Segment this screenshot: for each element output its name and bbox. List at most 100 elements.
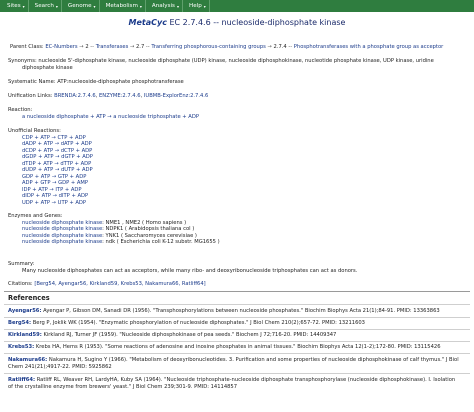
enzyme-genes: : NME1 , NME2 ( Homo sapiens )	[102, 219, 187, 226]
menu-help[interactable]: Help ▾	[186, 0, 210, 12]
divider	[4, 317, 470, 318]
parent-class-link-transferases[interactable]: Transferases	[96, 44, 129, 50]
reference-text: Berg P, Joklik WK (1954). "Enzymatic pho…	[32, 320, 365, 326]
reference-key[interactable]: Krebs53:	[8, 344, 34, 350]
citations-links[interactable]: [Berg54, Ayengar56, Kirkland59, Krebs53,…	[34, 281, 205, 287]
reference-key[interactable]: Berg54:	[8, 320, 31, 326]
enzyme-genes: : NDPK1 ( Arabidopsis thaliana col )	[102, 226, 195, 232]
enzymes-section: Enzymes and Genes: nucleoside diphosphat…	[8, 213, 468, 246]
menu-analysis[interactable]: Analysis ▾	[149, 0, 183, 12]
page-title-text: EC 2.7.4.6 -- nucleoside-diphosphate kin…	[169, 18, 346, 27]
chevron-down-icon: ▾	[93, 3, 96, 9]
reference-key[interactable]: Nakamura66:	[8, 357, 47, 363]
parent-class-link-ec-numbers[interactable]: EC-Numbers	[45, 44, 77, 50]
reaction-section: Reaction: a nucleoside diphosphate + ATP…	[8, 107, 468, 120]
arrow-icon: →	[267, 44, 272, 50]
reference-text: Ayengar P, Gibson DM, Sanadi DR (1956). …	[43, 308, 440, 314]
reference-text: Krebs HA, Hems R (1953). "Some reactions…	[35, 344, 441, 350]
reference-text-line2: Chem 241(21);4917-22. PMID: 5925862	[8, 363, 112, 370]
unofficial-reaction[interactable]: dUDP + ATP → dUTP + ADP	[22, 167, 93, 173]
unofficial-reaction[interactable]: dADP + ATP → dATP + ADP	[22, 141, 92, 147]
summary-section: Summary: Many nucleoside diphosphates ca…	[8, 261, 468, 274]
references-heading: References	[8, 294, 50, 302]
menu-search-label: Search	[34, 2, 54, 9]
divider	[4, 373, 470, 374]
citations-label: Citations:	[8, 281, 33, 287]
reference-item: Nakamura66: Nakamura H, Sugino Y (1966).…	[8, 357, 470, 370]
synonyms-line1: nucleoside 5'-diphosphate kinase, nucleo…	[38, 58, 434, 64]
divider	[4, 291, 470, 292]
menu-genome[interactable]: Genome ▾	[65, 0, 100, 12]
enzyme-genes: : YNK1 ( Saccharomyces cerevisiae )	[102, 232, 197, 239]
synonyms-line2: diphosphate kinase	[22, 64, 73, 71]
enzyme-link[interactable]: nucleoside diphosphate kinase	[22, 233, 102, 239]
enzyme-link[interactable]: nucleoside diphosphate kinase	[22, 220, 102, 226]
separator: --	[288, 44, 293, 50]
reference-text-line2: of the crystalline enzyme from brewers' …	[8, 383, 238, 390]
page-title: MetaCyc EC 2.7.4.6 -- nucleoside-diphosp…	[0, 18, 474, 28]
reference-text-line1: Ratliff RL, Weaver RH, LardyHA, Kuby SA …	[36, 377, 456, 383]
unofficial-reaction[interactable]: dIDP + ATP → dITP + ADP	[22, 193, 88, 199]
menu-search[interactable]: Search ▾	[32, 0, 62, 12]
menu-metabolism[interactable]: Metabolism ▾	[103, 0, 146, 12]
enzyme-genes: : ndk ( Escherichia coli K-12 substr. MG…	[102, 239, 220, 245]
chevron-down-icon: ▾	[22, 3, 25, 9]
divider	[4, 329, 470, 330]
unofficial-reaction[interactable]: CDP + ATP → CTP + ADP	[22, 135, 86, 141]
separator: --	[145, 44, 150, 50]
reference-item: Ayengar56: Ayengar P, Gibson DM, Sanadi …	[8, 308, 470, 315]
synonyms-label: Synonyms:	[8, 58, 37, 64]
reaction-link[interactable]: a nucleoside diphosphate + ATP → a nucle…	[22, 114, 199, 120]
parent-class-row: Parent Class: EC-Numbers → 2 -- Transfer…	[10, 44, 470, 51]
reference-text: Kirkland RJ, Turner JF (1959). "Nucleosi…	[43, 332, 337, 338]
divider	[4, 304, 470, 305]
unofficial-reactions-section: Unofficial Reactions: CDP + ATP → CTP + …	[8, 128, 468, 206]
arrow-icon: →	[129, 44, 135, 50]
top-menubar: Sites ▾ Search ▾ Genome ▾ Metabolism ▾ Analy…	[0, 0, 474, 12]
synonyms-section: Synonyms: nucleoside 5'-diphosphate kina…	[8, 58, 468, 71]
systematic-name-label: Systematic Name:	[8, 79, 56, 85]
unification-links-row: Unification Links: BRENDA:2.7.4.6, ENZYM…	[8, 93, 209, 99]
arrow-icon: →	[79, 44, 84, 50]
link-iubmb[interactable]: IUBMB-ExplorEnz:2.7.4.6	[144, 93, 208, 99]
citations-row: Citations: [Berg54, Ayengar56, Kirkland5…	[8, 281, 468, 288]
parent-class-link-transferring[interactable]: Transferring phosphorous-containing grou…	[151, 44, 266, 50]
menu-sites[interactable]: Sites ▾	[4, 0, 29, 12]
chevron-down-icon: ▾	[139, 3, 142, 9]
reference-item: Berg54: Berg P, Joklik WK (1954). "Enzym…	[8, 320, 470, 327]
unification-links-label: Unification Links:	[8, 93, 53, 99]
separator: --	[90, 44, 95, 50]
reference-key[interactable]: Ratliff64:	[8, 377, 35, 383]
reference-item: Krebs53: Krebs HA, Hems R (1953). "Some …	[8, 344, 470, 351]
systematic-name-value: ATP:nucleoside-diphosphate phosphotransf…	[57, 79, 184, 85]
unofficial-reaction[interactable]: GDP + ATP → GTP + ADP	[22, 174, 86, 180]
unofficial-reaction[interactable]: dGDP + ATP → dGTP + ADP	[22, 154, 93, 160]
link-enzyme[interactable]: ENZYME:2.7.4.6	[99, 93, 141, 99]
unofficial-reaction[interactable]: dCDP + ATP → dCTP + ADP	[22, 148, 92, 154]
parent-class-ec-2-7-4: 2.7.4	[273, 44, 287, 50]
divider	[4, 341, 470, 342]
chevron-down-icon: ▾	[203, 3, 206, 9]
parent-class-ec-2-7: 2.7	[136, 44, 145, 50]
reference-key[interactable]: Ayengar56:	[8, 308, 42, 314]
unofficial-reaction[interactable]: ADP + GTP → GDP + AMP	[22, 180, 88, 186]
parent-class-label: Parent Class:	[10, 44, 44, 50]
menu-analysis-label: Analysis	[151, 2, 175, 9]
reference-text-line1: Nakamura H, Sugino Y (1966). "Metabolism…	[48, 357, 459, 363]
parent-class-link-phosphotransferases[interactable]: Phosphotransferases with a phosphate gro…	[294, 44, 444, 50]
reference-item: Kirkland59: Kirkland RJ, Turner JF (1959…	[8, 332, 470, 339]
unofficial-reaction[interactable]: IDP + ATP → ITP + ADP	[22, 187, 82, 193]
parent-class-ec-2: 2	[85, 44, 89, 50]
enzyme-link[interactable]: nucleoside diphosphate kinase	[22, 239, 102, 245]
unofficial-reaction[interactable]: UDP + ATP → UTP + ADP	[22, 200, 86, 206]
unofficial-reaction[interactable]: dTDP + ATP → dTTP + ADP	[22, 161, 91, 167]
enzyme-link[interactable]: nucleoside diphosphate kinase	[22, 226, 102, 232]
reference-key[interactable]: Kirkland59:	[8, 332, 42, 338]
menu-genome-label: Genome	[67, 2, 92, 9]
menu-help-label: Help	[189, 2, 202, 9]
link-brenda[interactable]: BRENDA:2.7.4.6	[54, 93, 96, 99]
menu-metabolism-label: Metabolism	[105, 2, 138, 9]
reference-item: Ratliff64: Ratliff RL, Weaver RH, LardyH…	[8, 377, 470, 390]
chevron-down-icon: ▾	[55, 3, 58, 9]
systematic-name-row: Systematic Name: ATP:nucleoside-diphosph…	[8, 79, 468, 86]
